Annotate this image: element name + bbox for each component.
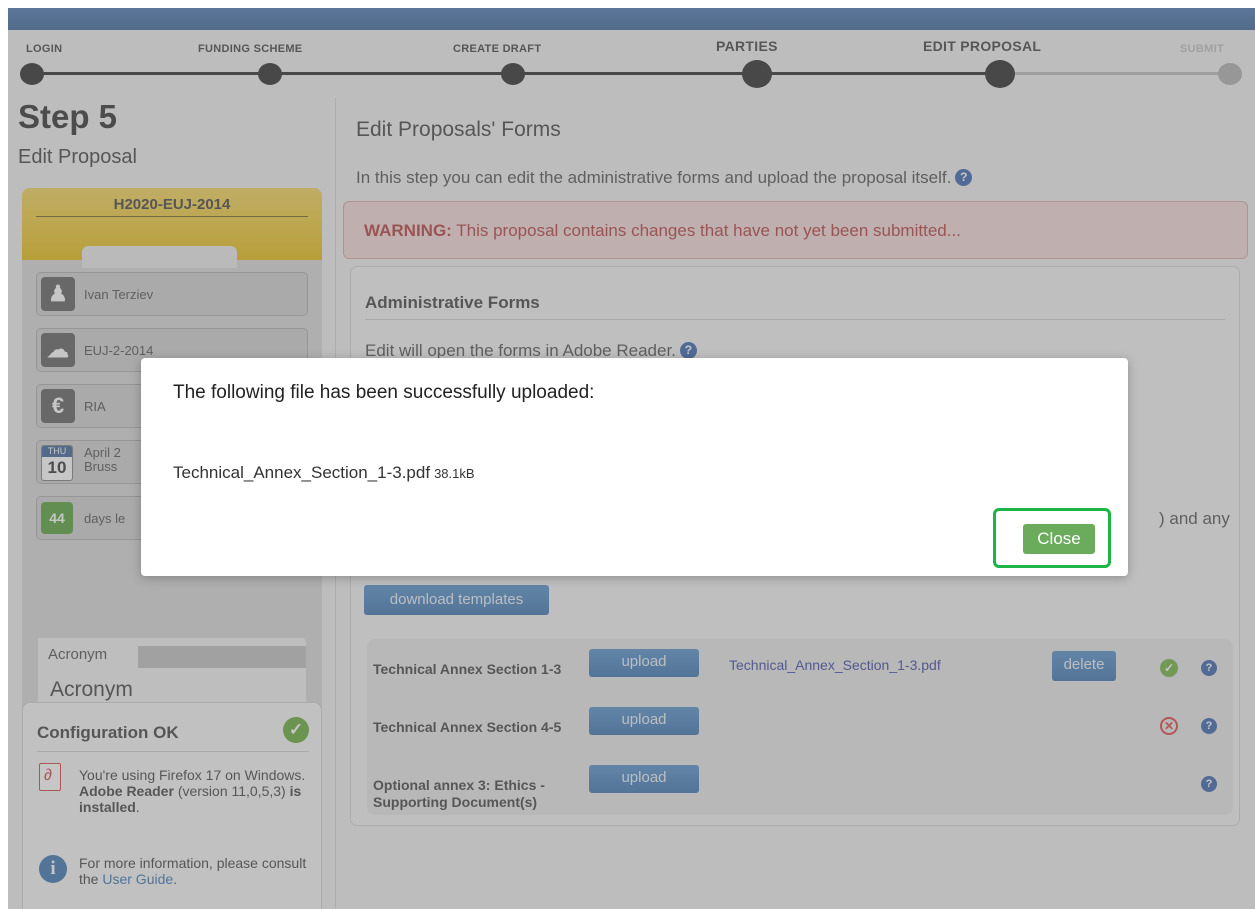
uploaded-file: Technical_Annex_Section_1-3.pdf 38.1kB (173, 463, 475, 483)
uploaded-file-size: 38.1kB (434, 466, 475, 481)
close-button[interactable]: Close (1023, 524, 1095, 554)
upload-success-dialog: The following file has been successfully… (141, 358, 1128, 576)
uploaded-file-name: Technical_Annex_Section_1-3.pdf (173, 463, 431, 482)
app-frame: LOGIN FUNDING SCHEME CREATE DRAFT PARTIE… (8, 8, 1255, 909)
dialog-message: The following file has been successfully… (173, 382, 595, 403)
